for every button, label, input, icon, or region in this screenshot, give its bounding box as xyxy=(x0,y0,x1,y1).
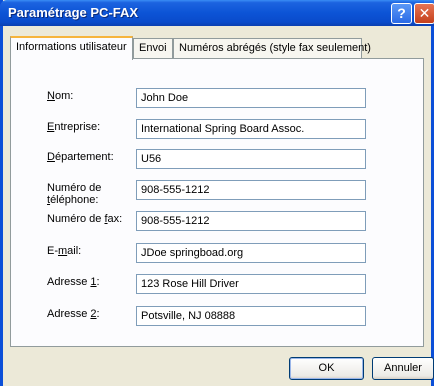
address2-field[interactable]: Potsville, NJ 08888 xyxy=(136,306,366,326)
tab-user-info[interactable]: Informations utilisateur xyxy=(10,36,133,60)
fax-field[interactable]: 908-555-1212 xyxy=(136,211,366,231)
name-label: Nom: xyxy=(47,90,74,102)
user-info-panel: Nom: John Doe Entreprise: International … xyxy=(10,58,424,347)
phone-label: Numéro de téléphone: xyxy=(47,182,102,206)
tab-label: Numéros abrégés (style fax seulement) xyxy=(179,42,371,54)
title-bar[interactable]: Paramétrage PC-FAX ? ✕ xyxy=(0,0,434,26)
cancel-button[interactable]: Annuler xyxy=(372,357,434,380)
department-field[interactable]: U56 xyxy=(136,149,366,169)
company-field[interactable]: International Spring Board Assoc. xyxy=(136,119,366,139)
fax-label: Numéro de fax: xyxy=(47,213,123,225)
phone-field[interactable]: 908-555-1212 xyxy=(136,180,366,200)
window-title: Paramétrage PC-FAX xyxy=(8,5,139,20)
address2-label: Adresse 2: xyxy=(47,308,100,320)
close-icon: ✕ xyxy=(418,5,431,21)
address1-field[interactable]: 123 Rose Hill Driver xyxy=(136,274,366,294)
tab-speed-dial[interactable]: Numéros abrégés (style fax seulement) xyxy=(173,38,371,59)
help-icon: ? xyxy=(397,5,406,21)
ok-button[interactable]: OK xyxy=(289,357,364,380)
department-label: Département: xyxy=(47,151,114,163)
name-field[interactable]: John Doe xyxy=(136,88,366,108)
email-field[interactable]: JDoe springboad.org xyxy=(136,243,366,263)
tab-send[interactable]: Envoi xyxy=(133,38,173,59)
company-label: Entreprise: xyxy=(47,121,101,133)
address1-label: Adresse 1: xyxy=(47,276,100,288)
help-button[interactable]: ? xyxy=(391,3,412,24)
email-label: E-mail: xyxy=(47,245,82,257)
tab-label: Envoi xyxy=(139,42,167,54)
tab-label: Informations utilisateur xyxy=(16,41,127,53)
pcfax-settings-dialog: Paramétrage PC-FAX ? ✕ Informations util… xyxy=(0,0,434,386)
close-button[interactable]: ✕ xyxy=(414,3,434,24)
